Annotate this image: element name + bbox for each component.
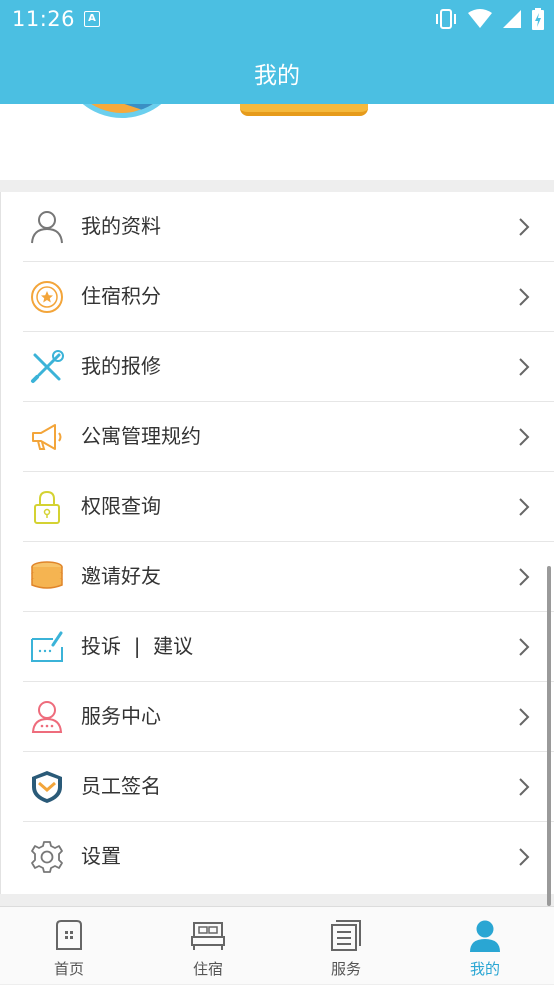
gear-icon [31, 841, 63, 873]
page-title: 我的 [254, 63, 300, 89]
chevron-right-icon [519, 428, 530, 446]
profile-card [0, 104, 554, 180]
vibrate-icon [436, 9, 456, 29]
bottom-tab-bar: 首页 住宿 服务 我的 [0, 906, 554, 984]
menu-item-permissions[interactable]: 权限查询 [23, 472, 554, 542]
chevron-right-icon [519, 218, 530, 236]
user-icon [31, 211, 63, 244]
tab-label: 住宿 [192, 960, 223, 978]
lock-icon [34, 490, 60, 524]
menu-item-service-center[interactable]: 服务中心 [23, 682, 554, 752]
scrollbar[interactable] [547, 566, 551, 906]
notification-icon: A [84, 11, 100, 27]
tab-label: 服务 [330, 960, 361, 978]
app-header: 我的 [0, 38, 554, 104]
menu-item-label: 住宿积分 [81, 284, 161, 308]
points-icon [31, 281, 63, 313]
menu-item-label: 公寓管理规约 [81, 424, 201, 448]
menu-item-label: 我的报修 [81, 354, 161, 378]
tab-mine[interactable]: 我的 [416, 907, 554, 985]
service-icon [31, 701, 63, 733]
tab-services[interactable]: 服务 [277, 907, 415, 985]
menu-item-invite[interactable]: 邀请好友 [23, 542, 554, 612]
repair-tools-icon [31, 350, 64, 383]
sign-in-button[interactable] [240, 104, 368, 116]
service-list-icon [331, 920, 361, 951]
menu-item-label: 权限查询 [81, 494, 161, 518]
menu-item-feedback[interactable]: 投诉 | 建议 [23, 612, 554, 682]
menu-item-label: 设置 [81, 844, 121, 868]
home-icon [56, 920, 82, 950]
menu-item-points[interactable]: 住宿积分 [23, 262, 554, 332]
menu-item-profile[interactable]: 我的资料 [23, 192, 554, 262]
menu-item-label: 我的资料 [81, 214, 161, 238]
signal-icon [503, 10, 521, 28]
menu-item-label: 员工签名 [81, 774, 161, 798]
menu-item-settings[interactable]: 设置 [23, 822, 554, 892]
menu-item-label: 邀请好友 [81, 564, 161, 588]
chevron-right-icon [519, 288, 530, 306]
menu-item-repair[interactable]: 我的报修 [23, 332, 554, 402]
menu-item-label: 投诉 | 建议 [81, 634, 194, 658]
menu-item-rules[interactable]: 公寓管理规约 [23, 402, 554, 472]
chevron-right-icon [519, 848, 530, 866]
tab-stay[interactable]: 住宿 [139, 907, 277, 985]
megaphone-icon [32, 424, 62, 450]
menu-item-label: 服务中心 [81, 704, 161, 728]
battery-icon [532, 8, 544, 30]
status-icons [434, 8, 544, 30]
chevron-right-icon [519, 498, 530, 516]
tab-label: 首页 [53, 960, 84, 978]
menu-list: 我的资料 住宿积分 我的报修 公寓管理规约 权限查询 邀请好友 投诉 | 建议 … [0, 192, 554, 894]
bed-icon [191, 922, 225, 950]
chevron-right-icon [519, 708, 530, 726]
tab-label: 我的 [469, 960, 500, 978]
status-bar: 11:26 A [0, 0, 554, 38]
person-icon [470, 920, 500, 952]
chevron-right-icon [519, 568, 530, 586]
tab-home[interactable]: 首页 [0, 907, 138, 985]
status-time: 11:26 [12, 7, 76, 31]
chevron-right-icon [519, 778, 530, 796]
coins-icon [31, 561, 63, 589]
menu-item-employee-sign[interactable]: 员工签名 [23, 752, 554, 822]
feedback-icon [31, 631, 63, 662]
chevron-right-icon [519, 358, 530, 376]
chevron-right-icon [519, 638, 530, 656]
wifi-icon [468, 9, 492, 28]
shield-icon [32, 771, 62, 803]
avatar[interactable] [60, 104, 184, 118]
